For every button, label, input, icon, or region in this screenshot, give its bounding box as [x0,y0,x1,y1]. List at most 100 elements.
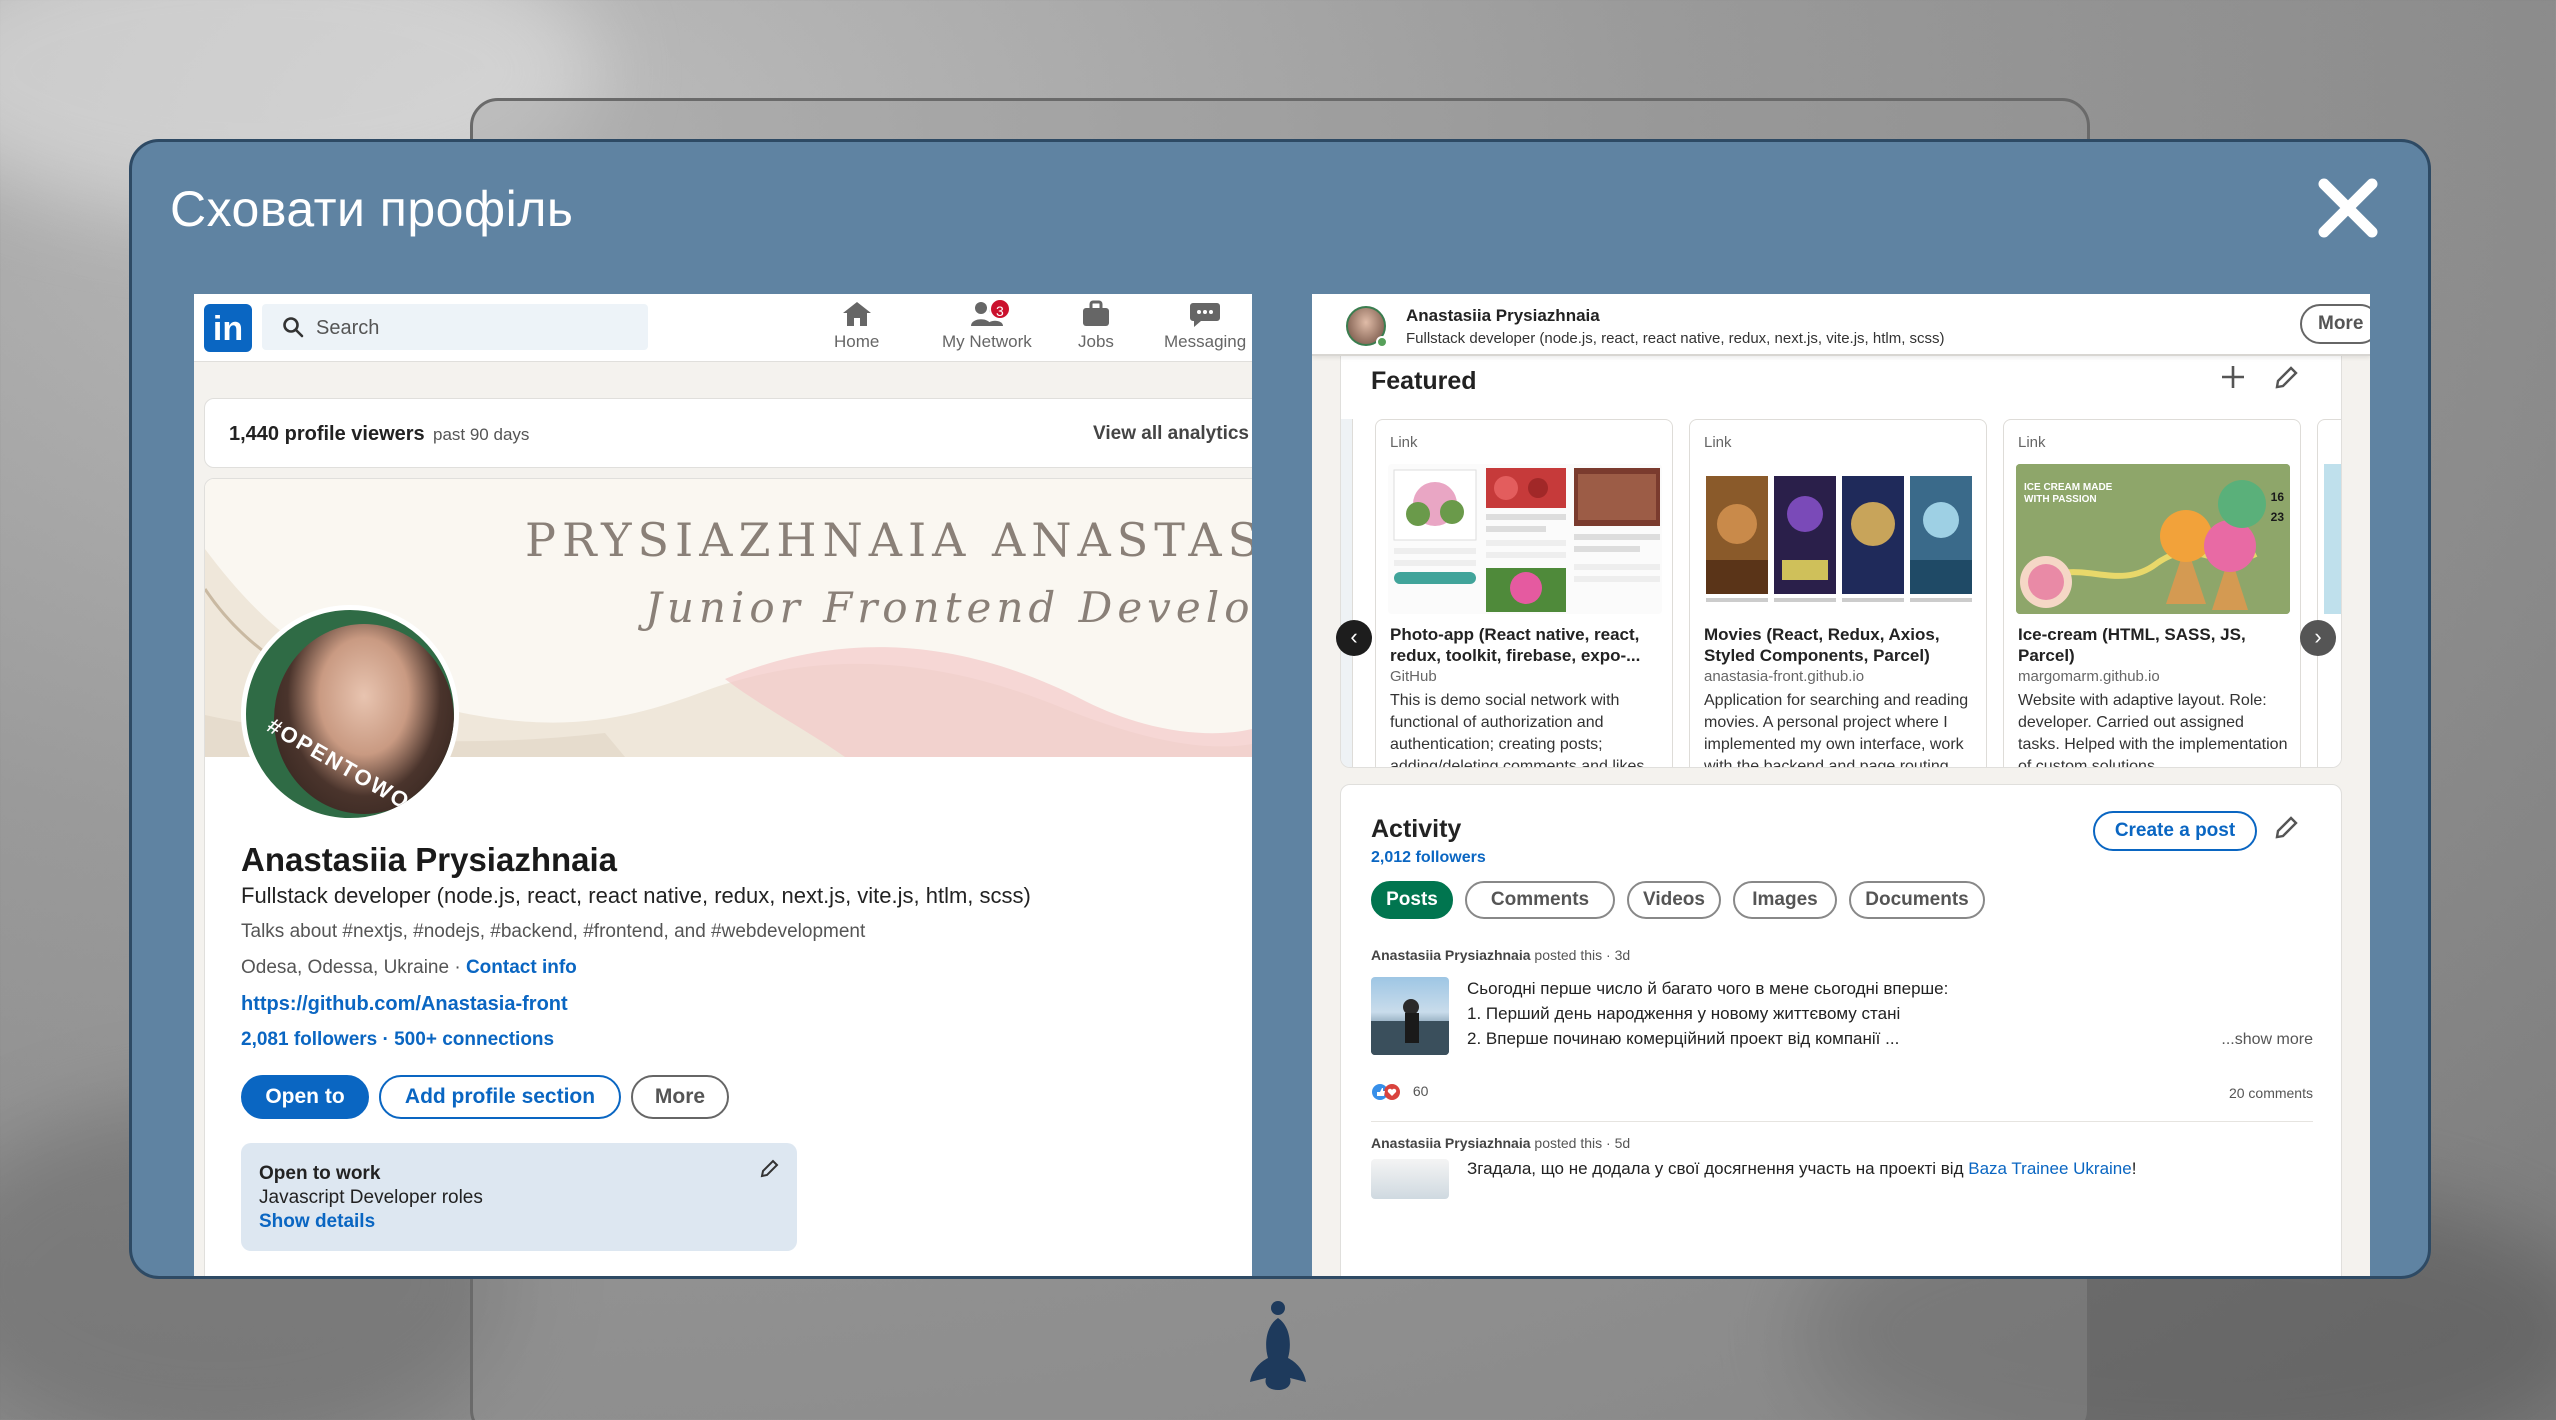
nav-home[interactable]: Home [834,300,879,352]
photo-app-preview-image [1388,464,1662,614]
nav-home-label: Home [834,332,880,351]
edit-pencil-icon[interactable] [2273,365,2299,391]
profile-viewers-row[interactable]: 1,440 profile viewers past 90 days View … [204,398,1252,468]
add-profile-section-button[interactable]: Add profile section [379,1075,621,1119]
featured-item-source: anastasia-front.github.io [1704,668,1865,685]
activity-followers-link[interactable]: 2,012 followers [1371,849,1486,867]
featured-prev-peek [1341,419,1353,767]
post-meta: Anastasiia Prysiazhnaia posted this · 5d [1371,1135,1630,1151]
post-thumbnail[interactable] [1371,977,1449,1055]
featured-next-button[interactable]: › [2300,620,2336,656]
nav-jobs-label: Jobs [1078,332,1114,351]
featured-prev-button[interactable]: ‹ [1336,620,1372,656]
meditation-logo-icon [1246,1296,1310,1401]
divider [1371,1121,2313,1122]
chevron-right-icon: › [2314,624,2322,649]
linkedin-featured-activity-screenshot: Anastasiia Prysiazhnaia Fullstack develo… [1312,294,2370,1276]
activity-section: Activity 2,012 followers Create a post P… [1340,784,2342,1276]
tab-documents[interactable]: Documents [1849,881,1985,919]
linkedin-logo-icon[interactable]: in [204,304,252,352]
featured-item-description: This is demo social network with functio… [1390,692,1645,768]
post-text-line: 2. Вперше починаю комерційний проект від… [1467,1029,1900,1048]
post-text-tail: ! [2131,1159,2137,1178]
github-link[interactable]: https://github.com/Anastasia-front [241,993,568,1015]
show-more-link[interactable]: ...show more [2221,1031,2313,1049]
profile-viewers-period: past 90 days [433,425,530,444]
profile-avatar[interactable]: #OPENTOWORK [241,605,459,823]
header-name: Anastasiia Prysiazhnaia [1406,306,1600,325]
hide-profile-modal: Сховати профіль in Search Home 3 My Netw… [129,139,2431,1279]
post-author[interactable]: Anastasiia Prysiazhnaia [1371,1135,1531,1151]
profile-viewers-count: 1,440 profile viewers [229,423,425,445]
profile-talks-about: Talks about #nextjs, #nodejs, #backend, … [241,921,866,942]
profile-card: PRYSIAZHNAIA ANASTASIIA Junior Frontend … [204,478,1252,1276]
contact-info-link[interactable]: Contact info [466,957,577,978]
edit-pencil-icon[interactable] [759,1159,779,1179]
featured-item-title: Photo-app (React native, react, redux, t… [1390,625,1641,665]
post-thumbnail[interactable] [1371,1159,1449,1199]
connections-link[interactable]: · 500+ connections [377,1029,555,1050]
featured-title: Featured [1371,367,1477,395]
featured-item-photo-app[interactable]: Link Photo-app (React native, react, red… [1375,419,1673,768]
like-reaction-icon [1372,1084,1400,1101]
sticky-profile-header: Anastasiia Prysiazhnaia Fullstack develo… [1312,294,2370,356]
more-button[interactable]: More [631,1075,729,1119]
nav-messaging-label: Messaging [1164,332,1247,351]
open-to-button[interactable]: Open to [241,1075,369,1119]
followers-row: 2,081 followers · 500+ connections [241,1029,554,1051]
header-more-button[interactable]: More [2300,304,2370,344]
post-author[interactable]: Anastasiia Prysiazhnaia [1371,947,1531,963]
baza-trainee-link[interactable]: Baza Trainee Ukraine [1968,1159,2131,1178]
profile-name: Anastasiia Prysiazhnaia [241,841,618,878]
comments-count[interactable]: 20 comments [2229,1085,2313,1101]
featured-item-source: GitHub [1390,668,1437,685]
profile-headline: Fullstack developer (node.js, react, rea… [241,883,1031,908]
featured-item-description: Website with adaptive layout. Role: deve… [2018,692,2288,768]
nav-my-network[interactable]: 3 My Network [942,298,1032,352]
open-to-work-title: Open to work [259,1163,381,1184]
messaging-icon [1190,303,1221,327]
nav-messaging[interactable]: Messaging [1164,300,1246,352]
view-all-analytics-link[interactable]: View all analytics [1093,423,1249,445]
post-text: Згадала, що не додала у свої досягнення … [1467,1159,1969,1178]
open-to-work-roles: Javascript Developer roles [259,1187,483,1208]
banner-name: PRYSIAZHNAIA ANASTASIIA [525,513,1252,567]
search-input[interactable]: Search [262,304,648,350]
featured-item-tag: Link [2018,434,2046,451]
create-post-button[interactable]: Create a post [2093,811,2257,851]
post-reactions[interactable]: 60 [1371,1083,1428,1101]
tab-comments[interactable]: Comments [1465,881,1615,919]
post-text-line: Сьогодні перше число й багато чого в мен… [1467,979,1949,998]
tab-videos[interactable]: Videos [1627,881,1721,919]
post-meta: Anastasiia Prysiazhnaia posted this · 3d [1371,947,1630,963]
tab-posts[interactable]: Posts [1371,881,1453,919]
add-plus-icon[interactable] [2219,363,2247,391]
tab-images[interactable]: Images [1733,881,1837,919]
ice-cream-number: 16 [2270,490,2284,504]
header-headline: Fullstack developer (node.js, react, rea… [1406,330,1945,347]
featured-item-tag: Link [1390,434,1418,451]
notification-badge: 3 [988,298,1011,320]
nav-jobs[interactable]: Jobs [1078,300,1114,352]
modal-title: Сховати профіль [170,181,574,237]
featured-item-title: Ice-cream (HTML, SASS, JS, Parcel) [2018,625,2246,665]
nav-my-network-label: My Network [942,332,1032,351]
featured-item-movies[interactable]: Link Movies (React, Redux, Axios, Styled… [1689,419,1987,767]
online-status-dot [1376,336,1388,348]
briefcase-icon [1082,300,1109,326]
search-placeholder: Search [316,317,380,339]
close-icon[interactable] [2316,176,2380,240]
open-to-work-box[interactable]: Open to work Javascript Developer roles … [241,1143,797,1251]
ice-cream-preview-image: ICE CREAM MADE WITH PASSION 16 23 [2016,464,2290,614]
github-link-row: https://github.com/Anastasia-front [241,993,568,1016]
search-icon [283,317,304,338]
profile-location: Odesa, Odessa, Ukraine · [241,957,466,978]
ice-cream-number: 23 [2270,510,2284,524]
edit-pencil-icon[interactable] [2273,815,2299,841]
close-button[interactable] [2316,176,2380,240]
linkedin-profile-screenshot: in Search Home 3 My Network Jobs Messagi… [194,294,1252,1276]
activity-title: Activity [1371,815,1462,843]
featured-item-ice-cream[interactable]: Link ICE CREAM MADE WITH PASSION 16 23 I… [2003,419,2301,768]
show-details-link[interactable]: Show details [259,1211,375,1233]
followers-link[interactable]: 2,081 followers [241,1029,377,1050]
